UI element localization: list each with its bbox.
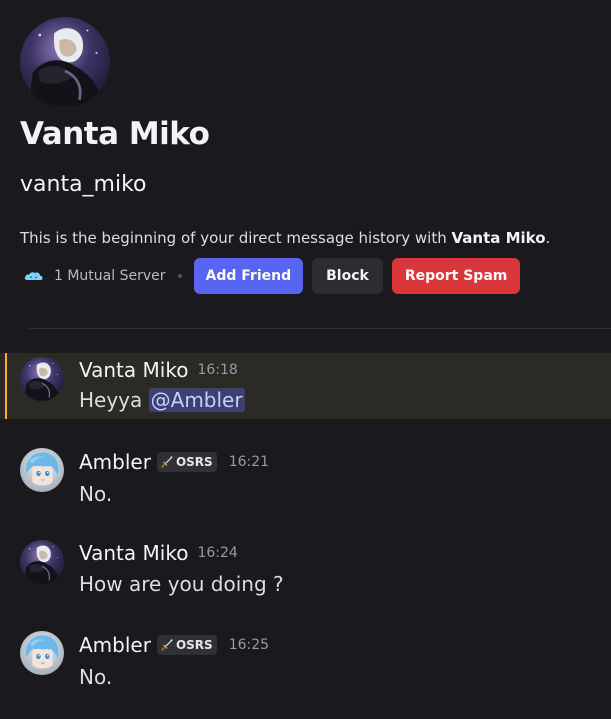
server-tag-label: OSRS bbox=[175, 638, 213, 652]
message-timestamp: 16:18 bbox=[197, 362, 238, 378]
vanta-miko-avatar-image bbox=[20, 17, 110, 107]
intro-action-row: 1 Mutual Server Add Friend Block Report … bbox=[22, 258, 529, 294]
sword-icon bbox=[160, 638, 174, 652]
vanta-miko-avatar-image bbox=[20, 540, 64, 584]
message-content: Heyya @Ambler bbox=[79, 388, 245, 412]
message-content: No. bbox=[79, 665, 113, 689]
message-item[interactable]: Vanta Miko 16:24 How are you doing ? bbox=[0, 537, 611, 603]
message-author[interactable]: Vanta Miko bbox=[79, 541, 188, 565]
message-item[interactable]: Ambler OSRS 16:25 No. bbox=[0, 628, 611, 694]
message-timestamp: 16:25 bbox=[228, 637, 270, 653]
message-author[interactable]: Ambler bbox=[79, 450, 151, 474]
message-avatar[interactable] bbox=[20, 540, 64, 584]
report-spam-button[interactable]: Report Spam bbox=[391, 258, 521, 294]
server-tag[interactable]: OSRS bbox=[156, 635, 217, 655]
history-suffix: . bbox=[545, 229, 551, 247]
history-divider bbox=[29, 328, 611, 329]
intro-username: vanta_miko bbox=[20, 172, 147, 197]
dm-channel: Vanta Miko vanta_miko This is the beginn… bbox=[0, 0, 611, 719]
message-author[interactable]: Ambler bbox=[79, 633, 151, 657]
message-content: How are you doing ? bbox=[79, 572, 284, 596]
message-avatar[interactable] bbox=[20, 448, 64, 492]
message-timestamp: 16:21 bbox=[228, 454, 270, 470]
history-name: Vanta Miko bbox=[451, 229, 546, 247]
ambler-avatar-image bbox=[20, 631, 64, 675]
message-header: Ambler OSRS 16:21 bbox=[79, 450, 269, 474]
message-content: No. bbox=[79, 482, 113, 506]
ambler-avatar-image bbox=[20, 448, 64, 492]
message-header: Ambler OSRS 16:25 bbox=[79, 633, 269, 657]
vanta-miko-avatar-image bbox=[20, 357, 64, 401]
mutual-server-icon bbox=[23, 265, 45, 287]
intro-display-name: Vanta Miko bbox=[20, 116, 210, 152]
separator-dot bbox=[177, 274, 182, 278]
message-avatar[interactable] bbox=[20, 357, 64, 401]
mutual-servers-link[interactable]: 1 Mutual Server bbox=[54, 268, 166, 284]
message-text: Heyya bbox=[79, 388, 149, 412]
intro-avatar[interactable] bbox=[20, 17, 110, 107]
add-friend-button[interactable]: Add Friend bbox=[193, 258, 304, 294]
message-avatar[interactable] bbox=[20, 631, 64, 675]
message-timestamp: 16:24 bbox=[197, 545, 238, 561]
message-author[interactable]: Vanta Miko bbox=[79, 358, 188, 382]
server-tag[interactable]: OSRS bbox=[156, 452, 217, 472]
history-prefix: This is the beginning of your direct mes… bbox=[20, 229, 452, 247]
user-mention[interactable]: @Ambler bbox=[148, 388, 245, 412]
block-button[interactable]: Block bbox=[312, 258, 383, 294]
intro-history-text: This is the beginning of your direct mes… bbox=[20, 229, 550, 247]
sword-icon bbox=[160, 455, 174, 469]
server-tag-label: OSRS bbox=[175, 455, 213, 469]
message-item[interactable]: Ambler OSRS 16:21 No. bbox=[0, 445, 611, 511]
message-item[interactable]: Vanta Miko 16:18 Heyya @Ambler bbox=[0, 353, 611, 419]
message-header: Vanta Miko 16:24 bbox=[79, 541, 238, 565]
message-header: Vanta Miko 16:18 bbox=[79, 358, 238, 382]
